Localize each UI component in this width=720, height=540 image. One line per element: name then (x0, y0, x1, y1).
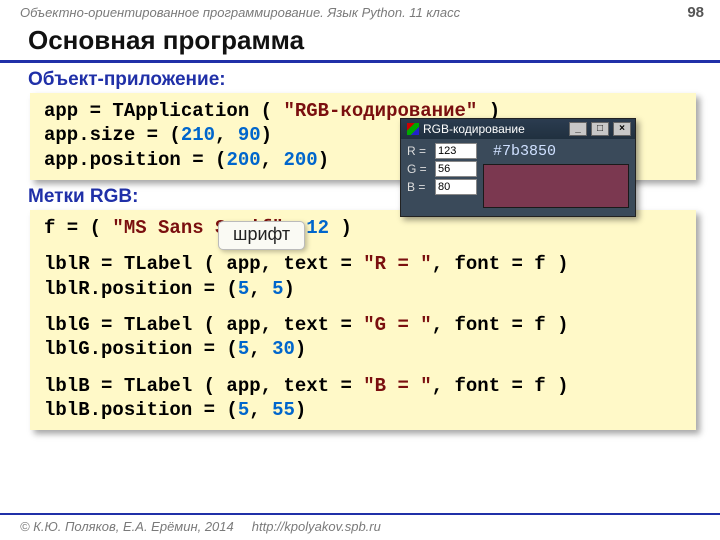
section-app-object: Объект-приложение: (0, 69, 720, 91)
label-r: R = (407, 144, 431, 158)
input-b[interactable] (435, 179, 477, 195)
course-title: Объектно-ориентированное программировани… (20, 5, 460, 20)
color-swatch (483, 164, 629, 208)
slide-header: Объектно-ориентированное программировани… (0, 0, 720, 23)
copyright: © К.Ю. Поляков, Е.А. Ерёмин, 2014 (20, 519, 234, 534)
code-block-labels: f = ( "MS Sans Serif", 12 ) lblR = TLabe… (30, 210, 696, 430)
minimize-button[interactable]: _ (569, 122, 587, 136)
rgb-window-title: RGB-кодирование (423, 122, 565, 136)
slide-title: Основная программа (0, 23, 720, 63)
slide-footer: © К.Ю. Поляков, Е.А. Ерёмин, 2014 http:/… (0, 513, 720, 540)
rgb-window-body: R = G = B = #7b3850 (401, 139, 635, 216)
tooltip-font: шрифт (218, 221, 305, 250)
close-button[interactable]: × (613, 122, 631, 136)
app-icon (407, 123, 419, 135)
maximize-button[interactable]: □ (591, 122, 609, 136)
hex-value: #7b3850 (483, 143, 629, 160)
input-r[interactable] (435, 143, 477, 159)
rgb-window-titlebar[interactable]: RGB-кодирование _ □ × (401, 119, 635, 139)
label-g: G = (407, 162, 431, 176)
label-b: B = (407, 180, 431, 194)
footer-url: http://kpolyakov.spb.ru (252, 519, 381, 534)
rgb-window: RGB-кодирование _ □ × R = G = B = #7b385… (400, 118, 636, 217)
input-g[interactable] (435, 161, 477, 177)
page-number: 98 (687, 4, 704, 21)
